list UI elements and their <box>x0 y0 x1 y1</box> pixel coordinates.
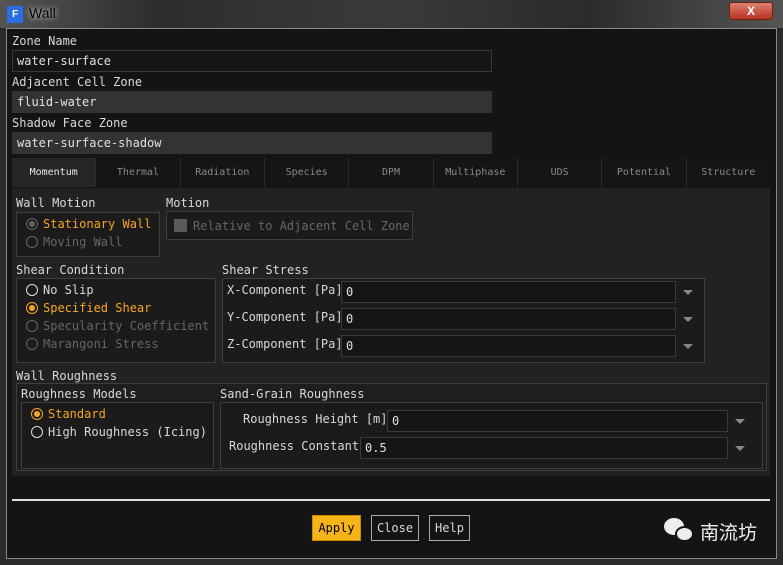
chevron-down-icon[interactable] <box>683 317 693 322</box>
window-title: Wall <box>29 5 56 21</box>
close-button[interactable]: Close <box>371 515 419 541</box>
wall-motion-label: Wall Motion <box>16 196 96 210</box>
z-component-label: Z-Component [Pa] <box>227 337 343 351</box>
relative-checkbox[interactable]: Relative to Adjacent Cell Zone <box>174 219 410 233</box>
tab-potential[interactable]: Potential <box>602 158 687 187</box>
radio-icon <box>26 218 38 230</box>
roughness-height-label: Roughness Height [m] <box>243 412 388 426</box>
radio-label: High Roughness (Icing) <box>48 425 207 439</box>
chevron-down-icon[interactable] <box>683 344 693 349</box>
tab-radiation[interactable]: Radiation <box>181 158 265 187</box>
adjacent-cell-zone-field: fluid-water <box>12 91 492 113</box>
x-component-label: X-Component [Pa] <box>227 283 343 297</box>
radio-icon <box>26 320 38 332</box>
apply-button[interactable]: Apply <box>312 515 361 541</box>
radio-label: Moving Wall <box>43 235 123 249</box>
sand-grain-label: Sand-Grain Roughness <box>220 387 365 401</box>
radio-label: Marangoni Stress <box>43 337 159 351</box>
radio-label: Stationary Wall <box>43 217 152 231</box>
radio-icon <box>26 284 38 296</box>
radio-marangoni-stress[interactable]: Marangoni Stress <box>26 337 159 351</box>
tab-species[interactable]: Species <box>265 158 350 187</box>
radio-icon <box>31 408 43 420</box>
shear-condition-label: Shear Condition <box>16 263 125 277</box>
radio-label: Specularity Coefficient <box>43 319 210 333</box>
y-component-label: Y-Component [Pa] <box>227 310 343 324</box>
checkbox-label: Relative to Adjacent Cell Zone <box>193 219 410 233</box>
shear-stress-label: Shear Stress <box>222 263 309 277</box>
wechat-icon <box>664 518 696 544</box>
radio-stationary-wall[interactable]: Stationary Wall <box>26 217 151 231</box>
chevron-down-icon[interactable] <box>683 290 693 295</box>
zone-name-input[interactable]: water-surface <box>12 50 492 72</box>
wall-roughness-label: Wall Roughness <box>16 369 118 383</box>
radio-icon <box>31 426 43 438</box>
app-icon: F <box>7 6 23 23</box>
radio-specularity-coefficient[interactable]: Specularity Coefficient <box>26 319 209 333</box>
tab-momentum[interactable]: Momentum <box>12 158 97 187</box>
tab-thermal[interactable]: Thermal <box>96 158 181 187</box>
shadow-face-zone-label: Shadow Face Zone <box>12 116 128 130</box>
radio-label: Standard <box>48 407 106 421</box>
radio-label: No Slip <box>43 283 94 297</box>
radio-no-slip[interactable]: No Slip <box>26 283 94 297</box>
chevron-down-icon[interactable] <box>735 446 745 451</box>
radio-icon <box>26 338 38 350</box>
zone-name-label: Zone Name <box>12 34 78 48</box>
radio-label: Specified Shear <box>43 301 152 315</box>
close-window-button[interactable]: X <box>729 2 773 20</box>
radio-standard[interactable]: Standard <box>31 407 106 421</box>
roughness-height-input[interactable]: 0 <box>387 410 728 432</box>
radio-specified-shear[interactable]: Specified Shear <box>26 301 151 315</box>
y-component-input[interactable]: 0 <box>341 308 676 330</box>
help-button[interactable]: Help <box>429 515 470 541</box>
shadow-face-zone-field: water-surface-shadow <box>12 132 492 154</box>
chevron-down-icon[interactable] <box>735 419 745 424</box>
checkbox-icon <box>174 219 187 232</box>
tab-multiphase[interactable]: Multiphase <box>434 158 518 187</box>
roughness-constant-input[interactable]: 0.5 <box>360 437 728 459</box>
z-component-input[interactable]: 0 <box>341 335 676 357</box>
separator <box>12 499 770 501</box>
radio-icon <box>26 236 38 248</box>
tab-structure[interactable]: Structure <box>687 158 770 187</box>
watermark: 南流坊 <box>700 522 758 544</box>
tab-uds[interactable]: UDS <box>518 158 603 187</box>
tab-dpm[interactable]: DPM <box>349 158 434 187</box>
motion-label: Motion <box>166 196 210 210</box>
roughness-constant-label: Roughness Constant <box>229 439 360 453</box>
adjacent-cell-zone-label: Adjacent Cell Zone <box>12 75 143 89</box>
radio-high-roughness[interactable]: High Roughness (Icing) <box>31 425 207 439</box>
tab-bar: Momentum Thermal Radiation Species DPM M… <box>12 158 770 187</box>
radio-icon <box>26 302 38 314</box>
x-component-input[interactable]: 0 <box>341 281 676 303</box>
radio-moving-wall[interactable]: Moving Wall <box>26 235 122 249</box>
title-bar <box>0 0 783 28</box>
roughness-models-label: Roughness Models <box>21 387 137 401</box>
